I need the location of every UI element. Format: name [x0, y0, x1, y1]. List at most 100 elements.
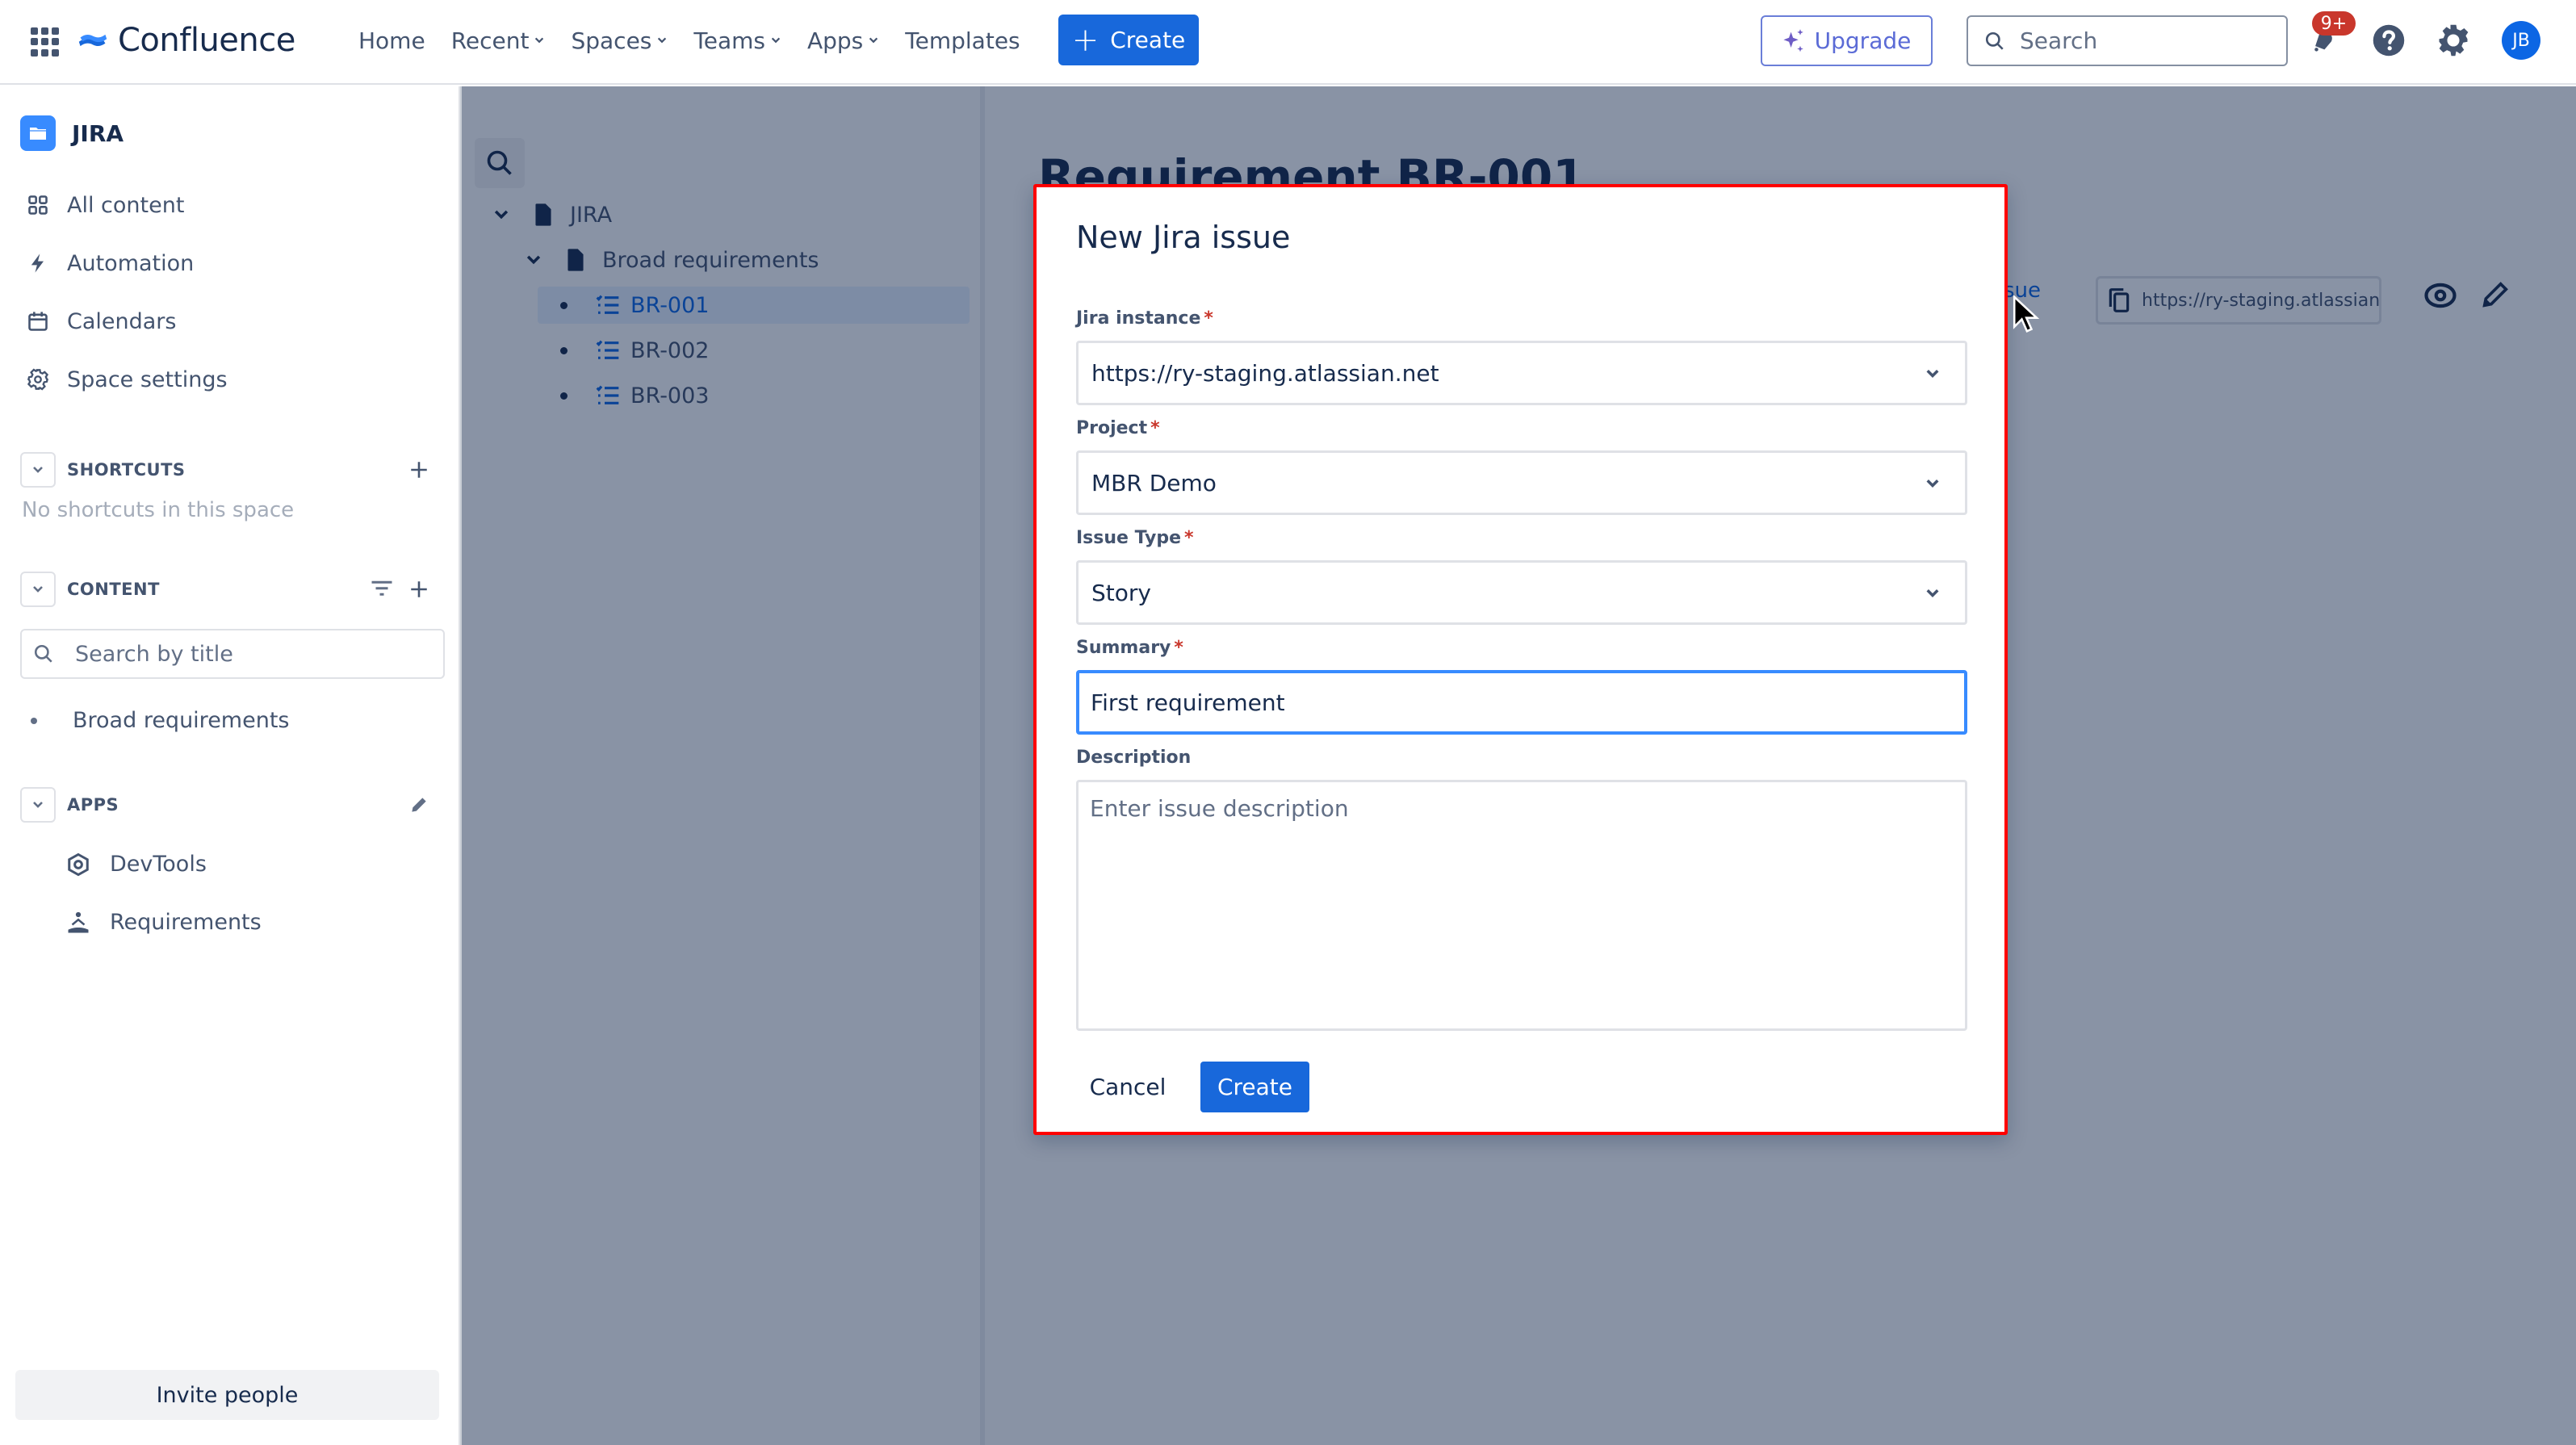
shortcuts-title: SHORTCUTS [67, 460, 186, 480]
issue-type-label: Issue Type * [1076, 528, 1194, 548]
sidebar-item-all-content[interactable]: All content [20, 182, 440, 228]
nav-spaces-label: Spaces [571, 27, 652, 54]
issue-type-select[interactable]: Story [1076, 560, 1967, 625]
add-shortcut-button[interactable] [406, 457, 432, 483]
sidebar-item-label: Space settings [67, 366, 228, 392]
app-name: Confluence [118, 22, 295, 59]
nav-teams-label: Teams [693, 27, 765, 54]
edit-apps-button[interactable] [406, 792, 432, 818]
cancel-button[interactable]: Cancel [1083, 1062, 1172, 1112]
shortcuts-empty-text: No shortcuts in this space [22, 498, 295, 522]
description-placeholder: Enter issue description [1090, 795, 1349, 822]
jira-instance-value: https://ry-staging.atlassian.net [1091, 359, 1439, 387]
app-item-label: DevTools [110, 852, 207, 877]
chevron-down-icon [658, 37, 667, 44]
filter-content-button[interactable] [369, 576, 395, 602]
space-name: JIRA [72, 119, 124, 147]
nav-recent[interactable]: Recent [438, 18, 559, 63]
project-value: MBR Demo [1091, 469, 1217, 496]
jira-instance-label: Jira instance * [1076, 308, 1213, 329]
nav-teams[interactable]: Teams [681, 18, 794, 63]
primary-nav: Home Recent Spaces Teams Apps Templates [346, 18, 1033, 63]
required-marker: * [1174, 638, 1183, 658]
app-item-requirements[interactable]: Requirements [66, 910, 262, 935]
global-search-input[interactable]: Search [1967, 15, 2288, 66]
sidebar-item-label: All content [67, 192, 185, 218]
top-navigation-bar: Confluence Home Recent Spaces Teams Apps… [0, 0, 2576, 85]
issue-type-label-text: Issue Type [1076, 528, 1182, 548]
confluence-logo-icon [78, 34, 107, 47]
nav-apps-label: Apps [806, 27, 864, 54]
nav-home-label: Home [358, 27, 425, 54]
required-marker: * [1204, 308, 1213, 329]
search-by-title-placeholder: Search by title [75, 641, 233, 667]
required-marker: * [1150, 418, 1160, 438]
sidebar-item-space-settings[interactable]: Space settings [20, 357, 440, 402]
chevron-down-icon [535, 37, 544, 44]
sparkle-icon [1783, 28, 1803, 52]
help-button[interactable] [2369, 21, 2408, 60]
content-collapse-button[interactable] [20, 572, 56, 607]
confluence-logo[interactable]: Confluence [77, 18, 295, 63]
nav-apps[interactable]: Apps [794, 18, 892, 63]
jira-instance-label-text: Jira instance [1076, 308, 1201, 329]
apps-collapse-button[interactable] [20, 787, 56, 823]
required-marker: * [1184, 528, 1194, 548]
add-content-button[interactable] [406, 576, 432, 602]
notifications-badge: 9+ [2312, 11, 2356, 36]
space-folder-icon [20, 115, 56, 151]
upgrade-button-label: Upgrade [1814, 27, 1912, 54]
project-label-text: Project [1076, 418, 1148, 438]
help-icon [2373, 24, 2405, 57]
summary-value: First requirement [1091, 689, 1285, 716]
description-textarea[interactable]: Enter issue description [1076, 780, 1967, 1031]
app-switcher-grid-icon[interactable] [31, 27, 60, 57]
sidebar-item-label: Calendars [67, 308, 177, 334]
create-button[interactable]: + Create [1058, 15, 1199, 65]
bullet-icon [31, 717, 37, 724]
apps-title: APPS [67, 795, 119, 815]
shortcuts-section-header: SHORTCUTS [20, 451, 440, 488]
chevron-down-icon [869, 37, 878, 44]
app-item-label: Requirements [110, 910, 262, 935]
lightning-icon [31, 253, 44, 273]
nav-templates-label: Templates [905, 27, 1020, 54]
invite-people-button[interactable]: Invite people [15, 1370, 439, 1420]
chevron-down-icon [1926, 370, 1939, 378]
grid-icon [28, 195, 48, 215]
nav-recent-label: Recent [450, 27, 530, 54]
nav-home[interactable]: Home [346, 18, 438, 63]
chevron-down-icon [33, 467, 43, 473]
chevron-down-icon [1926, 589, 1939, 597]
content-title: CONTENT [67, 580, 160, 599]
jira-instance-select[interactable]: https://ry-staging.atlassian.net [1076, 341, 1967, 405]
issue-type-value: Story [1091, 579, 1151, 606]
content-section-header: CONTENT [20, 571, 440, 608]
search-by-title-input[interactable]: Search by title [20, 629, 445, 679]
content-item-broad-requirements[interactable]: Broad requirements [31, 708, 289, 733]
summary-label-text: Summary [1076, 638, 1171, 658]
gear-icon [2439, 24, 2469, 57]
summary-input[interactable]: First requirement [1076, 670, 1967, 735]
create-button-label: Create [1110, 27, 1186, 53]
plus-icon [411, 581, 427, 597]
sidebar-item-calendars[interactable]: Calendars [20, 299, 440, 344]
sidebar-item-label: Automation [67, 250, 195, 276]
shortcuts-collapse-button[interactable] [20, 452, 56, 488]
app-item-devtools[interactable]: DevTools [66, 852, 207, 877]
settings-button[interactable] [2434, 21, 2473, 60]
create-issue-button[interactable]: Create [1200, 1062, 1309, 1112]
project-label: Project * [1076, 418, 1160, 438]
sidebar-item-automation[interactable]: Automation [20, 241, 440, 286]
chevron-down-icon [1926, 480, 1939, 488]
chevron-down-icon [33, 586, 43, 593]
chevron-down-icon [771, 37, 781, 44]
nav-spaces[interactable]: Spaces [558, 18, 681, 63]
user-avatar[interactable]: JB [2502, 21, 2540, 60]
mouse-cursor-icon [2013, 295, 2040, 333]
project-select[interactable]: MBR Demo [1076, 450, 1967, 515]
nav-templates[interactable]: Templates [892, 18, 1032, 63]
upgrade-button[interactable]: Upgrade [1761, 15, 1933, 66]
pencil-icon [412, 798, 426, 812]
space-header[interactable]: JIRA [20, 115, 124, 151]
